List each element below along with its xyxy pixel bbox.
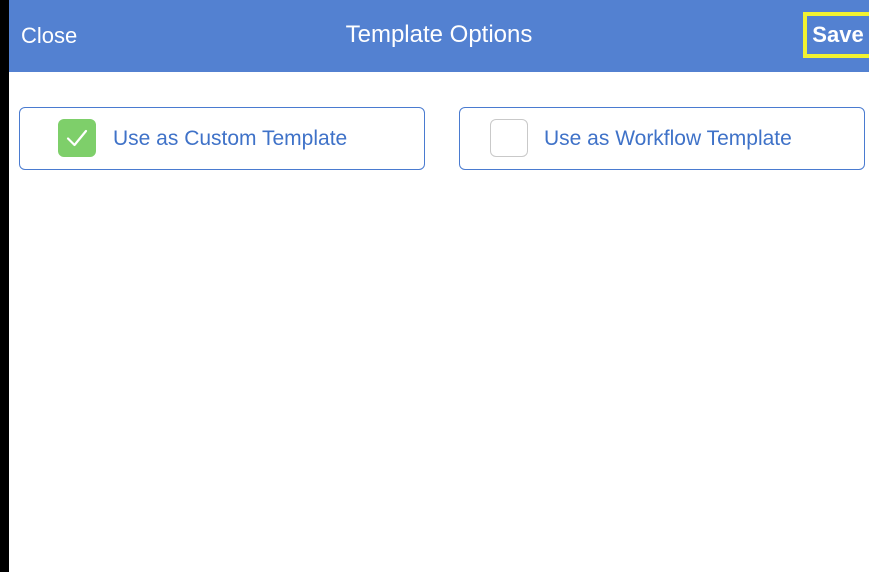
navigation-bar: Close Template Options Save [9,0,869,72]
workflow-template-label: Use as Workflow Template [544,127,792,150]
custom-template-label: Use as Custom Template [113,127,348,150]
template-options-screen: Close Template Options Save Use as Custo… [9,0,869,572]
use-as-workflow-template-option[interactable]: Use as Workflow Template [459,107,865,170]
use-as-custom-template-option[interactable]: Use as Custom Template [19,107,425,170]
custom-template-checkbox[interactable] [58,119,96,157]
save-button[interactable]: Save [803,12,869,58]
checkmark-icon [66,129,88,147]
page-title: Template Options [345,21,533,48]
workflow-template-checkbox[interactable] [490,119,528,157]
